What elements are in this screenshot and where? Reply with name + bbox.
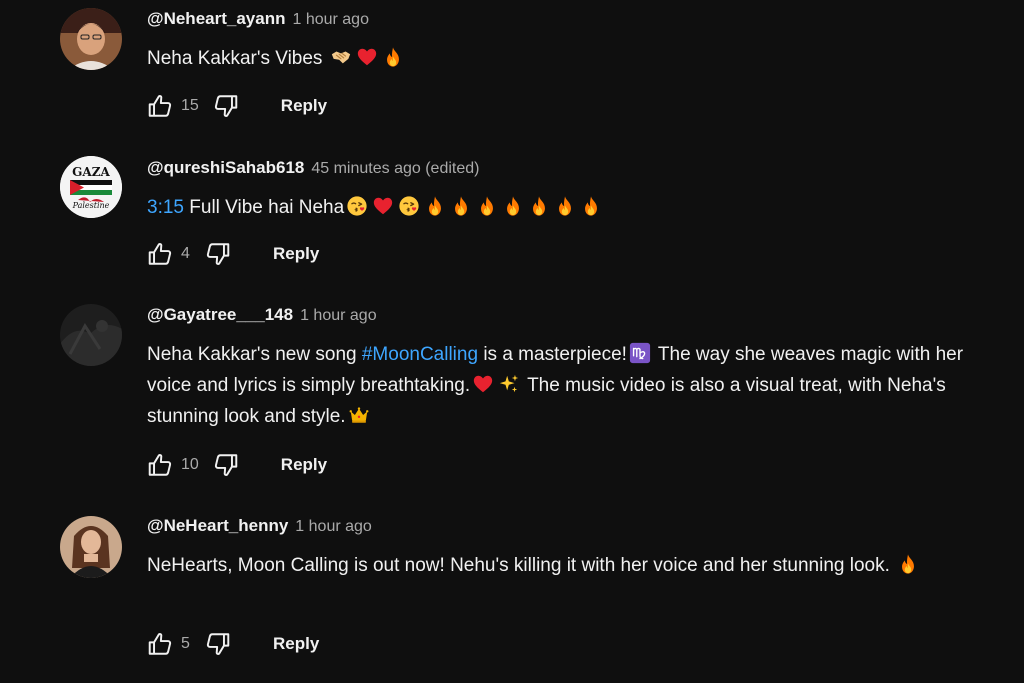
comment-time[interactable]: 1 hour ago — [292, 11, 369, 29]
comment-text-body: Full Vibe hai Neha — [189, 197, 345, 218]
avatar[interactable] — [60, 8, 122, 70]
avatar-text-gaza: GAZA — [72, 165, 110, 179]
comment-text: NeHearts, Moon Calling is out now! Nehu'… — [147, 550, 967, 581]
reply-button[interactable]: Reply — [273, 634, 319, 654]
comment-text: Neha Kakkar's Vibes — [147, 43, 997, 74]
fire-icon — [897, 553, 919, 575]
comment-text: 3:15 Full Vibe hai Neha — [147, 192, 997, 223]
dislike-button[interactable] — [203, 239, 233, 269]
avatar[interactable] — [60, 516, 122, 578]
comment-text: Neha Kakkar's new song #MoonCalling is a… — [147, 339, 997, 432]
kiss-face-icon — [398, 195, 420, 217]
comment-time[interactable]: 45 minutes ago (edited) — [311, 160, 479, 178]
like-button[interactable] — [145, 91, 175, 121]
like-button[interactable] — [145, 629, 175, 659]
fire-icon — [476, 195, 498, 217]
fire-icon — [528, 195, 550, 217]
hashtag-link[interactable]: #MoonCalling — [362, 344, 478, 365]
timestamp-link[interactable]: 3:15 — [147, 197, 184, 218]
like-count: 4 — [181, 245, 190, 262]
thumbs-down-icon — [205, 241, 231, 267]
avatar-text-palestine: Palestine — [72, 201, 110, 210]
comment-time[interactable]: 1 hour ago — [295, 518, 372, 536]
heart-icon — [372, 195, 394, 217]
comment-author[interactable]: @Neheart_ayann — [147, 9, 285, 29]
fire-icon — [554, 195, 576, 217]
heart-icon — [356, 46, 378, 68]
like-button[interactable] — [145, 450, 175, 480]
avatar[interactable]: GAZA Palestine — [60, 156, 122, 218]
fire-icon — [502, 195, 524, 217]
comment-text-body: is a masterpiece! — [483, 344, 627, 365]
comment-text-body: Neha Kakkar's new song — [147, 344, 357, 365]
like-count: 15 — [181, 97, 199, 114]
reply-button[interactable]: Reply — [273, 244, 319, 264]
dislike-button[interactable] — [211, 450, 241, 480]
comment-text-body: NeHearts, Moon Calling is out now! Nehu'… — [147, 555, 890, 576]
handshake-icon — [330, 46, 352, 68]
comment-time[interactable]: 1 hour ago — [300, 307, 377, 325]
thumbs-down-icon — [205, 631, 231, 657]
avatar[interactable] — [60, 304, 122, 366]
comment-author[interactable]: @Gayatree___148 — [147, 305, 293, 325]
like-count: 5 — [181, 635, 190, 652]
fire-icon — [424, 195, 446, 217]
thumbs-up-icon — [147, 241, 173, 267]
heart-icon — [472, 373, 494, 395]
crown-icon — [348, 404, 370, 426]
fire-icon — [382, 46, 404, 68]
sparkles-icon — [498, 373, 520, 395]
kiss-face-icon — [346, 195, 368, 217]
comment-text-body: Neha Kakkar's Vibes — [147, 48, 323, 69]
like-count: 10 — [181, 456, 199, 473]
comment-author[interactable]: @qureshiSahab618 — [147, 158, 304, 178]
reply-button[interactable]: Reply — [281, 96, 327, 116]
dislike-button[interactable] — [211, 91, 241, 121]
comment-author[interactable]: @NeHeart_henny — [147, 516, 288, 536]
like-button[interactable] — [145, 239, 175, 269]
virgo-icon — [629, 342, 651, 364]
thumbs-down-icon — [213, 93, 239, 119]
dislike-button[interactable] — [203, 629, 233, 659]
reply-button[interactable]: Reply — [281, 455, 327, 475]
thumbs-up-icon — [147, 452, 173, 478]
thumbs-down-icon — [213, 452, 239, 478]
fire-icon — [580, 195, 602, 217]
thumbs-up-icon — [147, 93, 173, 119]
thumbs-up-icon — [147, 631, 173, 657]
fire-icon — [450, 195, 472, 217]
